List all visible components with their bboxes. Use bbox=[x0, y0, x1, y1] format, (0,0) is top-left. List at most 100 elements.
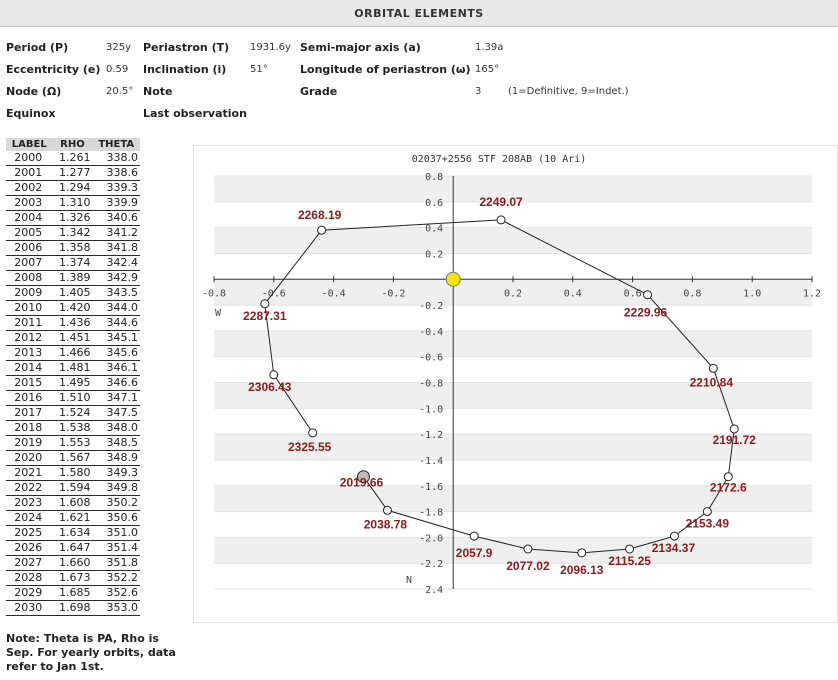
row-theta-cell: 352.6 bbox=[92, 585, 140, 601]
eccentricity-value: 0.59 bbox=[106, 64, 129, 75]
semi-major-axis-value: 1.39a bbox=[475, 42, 504, 53]
orbit-point-label: 2325.55 bbox=[288, 440, 332, 454]
row-label-cell: 2020 bbox=[6, 450, 53, 466]
row-rho-cell: 1.326 bbox=[52, 210, 93, 226]
row-label-cell: 2003 bbox=[6, 195, 53, 211]
x-tick-label: 1.0 bbox=[743, 288, 761, 299]
table-row: 2027 1.660 351.8 bbox=[6, 555, 140, 571]
row-theta-cell: 346.1 bbox=[92, 360, 140, 376]
row-rho-cell: 1.608 bbox=[52, 495, 93, 511]
x-tick-label: 1.2 bbox=[803, 288, 821, 299]
row-theta-cell: 342.9 bbox=[92, 270, 140, 286]
table-row: 2007 1.374 342.4 bbox=[6, 255, 140, 271]
row-label-cell: 2002 bbox=[6, 180, 53, 196]
row-rho-cell: 1.553 bbox=[52, 435, 93, 451]
eccentricity-label: Eccentricity (e) bbox=[6, 63, 101, 76]
orbit-point bbox=[496, 215, 506, 225]
equinox-label: Equinox bbox=[6, 107, 56, 120]
y-tick-label: 0.6 bbox=[425, 198, 443, 209]
chart-title: 02037+2556 STF 208AB (10 Ari) bbox=[412, 154, 587, 165]
orbit-point bbox=[643, 290, 653, 300]
row-theta-cell: 347.5 bbox=[92, 405, 140, 421]
orbit-point bbox=[269, 370, 279, 380]
row-label-cell: 2012 bbox=[6, 330, 53, 346]
row-rho-cell: 1.647 bbox=[52, 540, 93, 556]
row-theta-cell: 347.1 bbox=[92, 390, 140, 406]
orbit-point-label: 2191.72 bbox=[713, 433, 757, 447]
row-theta-cell: 338.6 bbox=[92, 165, 140, 181]
table-row: 2009 1.405 343.5 bbox=[6, 285, 140, 301]
orbit-point bbox=[625, 544, 635, 554]
y-tick-label: -0.8 bbox=[419, 379, 443, 390]
inclination-value: 51° bbox=[250, 64, 268, 75]
table-row: 2016 1.510 347.1 bbox=[6, 390, 140, 406]
table-row: 2010 1.420 344.0 bbox=[6, 300, 140, 316]
grid-band bbox=[214, 253, 812, 280]
table-row: 2022 1.594 349.8 bbox=[6, 480, 140, 496]
row-rho-cell: 1.567 bbox=[52, 450, 93, 466]
y-tick-label: -1.4 bbox=[419, 456, 443, 467]
orbit-point-label: 2249.07 bbox=[479, 195, 523, 209]
row-label-cell: 2027 bbox=[6, 555, 53, 571]
table-row: 2029 1.685 352.6 bbox=[6, 585, 140, 601]
row-rho-cell: 1.294 bbox=[52, 180, 93, 196]
orbit-point-label: 2153.49 bbox=[686, 517, 730, 531]
orbit-point-label: 2057.9 bbox=[456, 546, 493, 560]
row-theta-cell: 349.8 bbox=[92, 480, 140, 496]
orbit-point-label: 2038.78 bbox=[364, 517, 408, 531]
longitude-periastron-value: 165° bbox=[475, 64, 500, 75]
row-rho-cell: 1.374 bbox=[52, 255, 93, 271]
table-body: 2000 1.261 338.0 2001 1.277 338.6 2002 1.294 339… bbox=[6, 151, 140, 616]
y-tick-label: -2.0 bbox=[419, 533, 443, 544]
table-row: 2003 1.310 339.9 bbox=[6, 195, 140, 211]
row-label-cell: 2014 bbox=[6, 360, 53, 376]
table-row: 2018 1.538 348.0 bbox=[6, 420, 140, 436]
row-theta-cell: 341.8 bbox=[92, 240, 140, 256]
row-theta-cell: 344.6 bbox=[92, 315, 140, 331]
node-label: Node (Ω) bbox=[6, 85, 62, 98]
row-label-cell: 2013 bbox=[6, 345, 53, 361]
grade-label: Grade bbox=[300, 85, 338, 98]
orbit-point bbox=[260, 299, 270, 309]
row-rho-cell: 1.538 bbox=[52, 420, 93, 436]
row-theta-cell: 350.6 bbox=[92, 510, 140, 526]
orbit-point-label: 2210.84 bbox=[690, 375, 734, 389]
y-tick-label: 0.4 bbox=[425, 224, 443, 235]
y-tick-label: 0.2 bbox=[425, 249, 443, 260]
row-label-cell: 2017 bbox=[6, 405, 53, 421]
x-tick-label: 0.8 bbox=[683, 288, 701, 299]
x-tick-label: -0.8 bbox=[202, 288, 226, 299]
row-rho-cell: 1.436 bbox=[52, 315, 93, 331]
table-header-row: LABEL RHO THETA bbox=[6, 138, 140, 151]
row-rho-cell: 1.358 bbox=[52, 240, 93, 256]
x-tick-label: 0.2 bbox=[504, 288, 522, 299]
x-tick-label: 0.4 bbox=[564, 288, 582, 299]
longitude-periastron-label: Longitude of periastron (ω) bbox=[300, 63, 471, 76]
row-label-cell: 2000 bbox=[6, 151, 53, 166]
row-rho-cell: 1.466 bbox=[52, 345, 93, 361]
row-theta-cell: 339.9 bbox=[92, 195, 140, 211]
orbit-point bbox=[669, 531, 679, 541]
row-label-cell: 2004 bbox=[6, 210, 53, 226]
row-label-cell: 2019 bbox=[6, 435, 53, 451]
row-rho-cell: 1.673 bbox=[52, 570, 93, 586]
orbit-point-label: 2172.6 bbox=[710, 481, 747, 495]
row-theta-cell: 341.2 bbox=[92, 225, 140, 241]
row-theta-cell: 351.0 bbox=[92, 525, 140, 541]
row-theta-cell: 348.9 bbox=[92, 450, 140, 466]
table-row: 2026 1.647 351.4 bbox=[6, 540, 140, 556]
row-rho-cell: 1.420 bbox=[52, 300, 93, 316]
row-rho-cell: 1.310 bbox=[52, 195, 93, 211]
row-label-cell: 2026 bbox=[6, 540, 53, 556]
row-theta-cell: 344.0 bbox=[92, 300, 140, 316]
orbit-point-label: 2229.96 bbox=[624, 306, 668, 320]
orbit-point bbox=[708, 363, 718, 373]
row-rho-cell: 1.594 bbox=[52, 480, 93, 496]
row-rho-cell: 1.481 bbox=[52, 360, 93, 376]
row-theta-cell: 342.4 bbox=[92, 255, 140, 271]
ephemeris-table: LABEL RHO THETA 2000 1.261 338.0 2001 1.277 3… bbox=[6, 138, 140, 616]
orbit-point bbox=[308, 428, 318, 438]
orbit-point bbox=[577, 548, 587, 558]
row-theta-cell: 345.6 bbox=[92, 345, 140, 361]
row-label-cell: 2007 bbox=[6, 255, 53, 271]
